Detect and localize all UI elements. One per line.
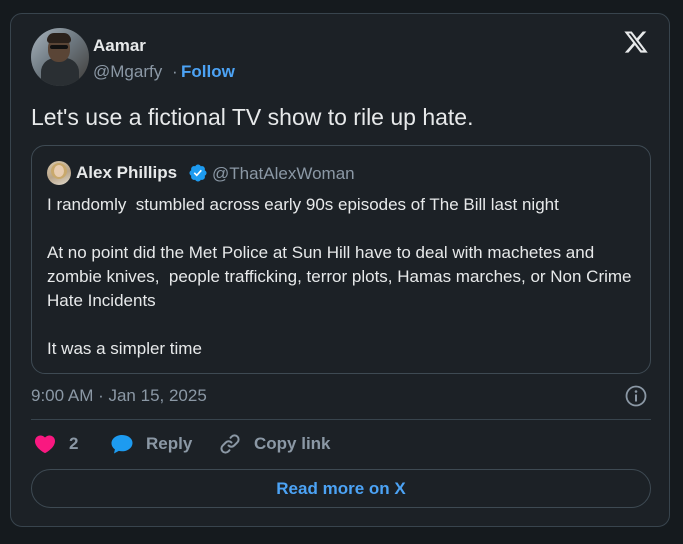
link-icon — [220, 434, 240, 454]
reply-label[interactable]: Reply — [146, 434, 192, 454]
author-avatar[interactable] — [31, 28, 89, 86]
reply-bubble-icon — [111, 435, 133, 454]
quoted-paragraph: At no point did the Met Police at Sun Hi… — [47, 243, 637, 310]
x-logo-icon[interactable] — [623, 29, 649, 55]
quoted-tweet[interactable]: Alex Phillips @ThatAlexWoman I randomly … — [31, 145, 651, 374]
author-name[interactable]: Aamar — [93, 36, 146, 56]
quoted-author-name: Alex Phillips — [76, 163, 178, 182]
reply-button[interactable] — [109, 432, 135, 456]
tweet-text: Let's use a fictional TV show to rile up… — [31, 104, 474, 130]
copy-link-button[interactable] — [218, 432, 242, 456]
verified-badge-icon — [189, 164, 207, 182]
copy-link-label[interactable]: Copy link — [254, 434, 331, 454]
info-icon[interactable] — [624, 384, 648, 408]
read-more-button[interactable]: Read more on X — [31, 469, 651, 508]
quoted-paragraph: It was a simpler time — [47, 339, 202, 358]
tweet-embed-card: Aamar @Mgarfy · Follow Let's use a ficti… — [10, 13, 670, 527]
like-button[interactable] — [33, 432, 57, 456]
tweet-timestamp[interactable]: 9:00 AM · Jan 15, 2025 — [31, 386, 207, 406]
handle-separator: · — [172, 62, 178, 81]
quoted-tweet-body: I randomly stumbled across early 90s epi… — [47, 193, 642, 361]
quoted-author-handle: @ThatAlexWoman — [212, 164, 355, 183]
author-handle[interactable]: @Mgarfy — [93, 62, 162, 82]
quoted-paragraph: I randomly stumbled across early 90s epi… — [47, 195, 559, 214]
action-bar: 2 Reply Copy link — [31, 432, 651, 456]
like-count[interactable]: 2 — [69, 434, 78, 454]
follow-link[interactable]: Follow — [181, 62, 235, 82]
quoted-author-avatar — [47, 161, 71, 185]
heart-icon — [34, 435, 56, 454]
divider — [31, 419, 651, 420]
